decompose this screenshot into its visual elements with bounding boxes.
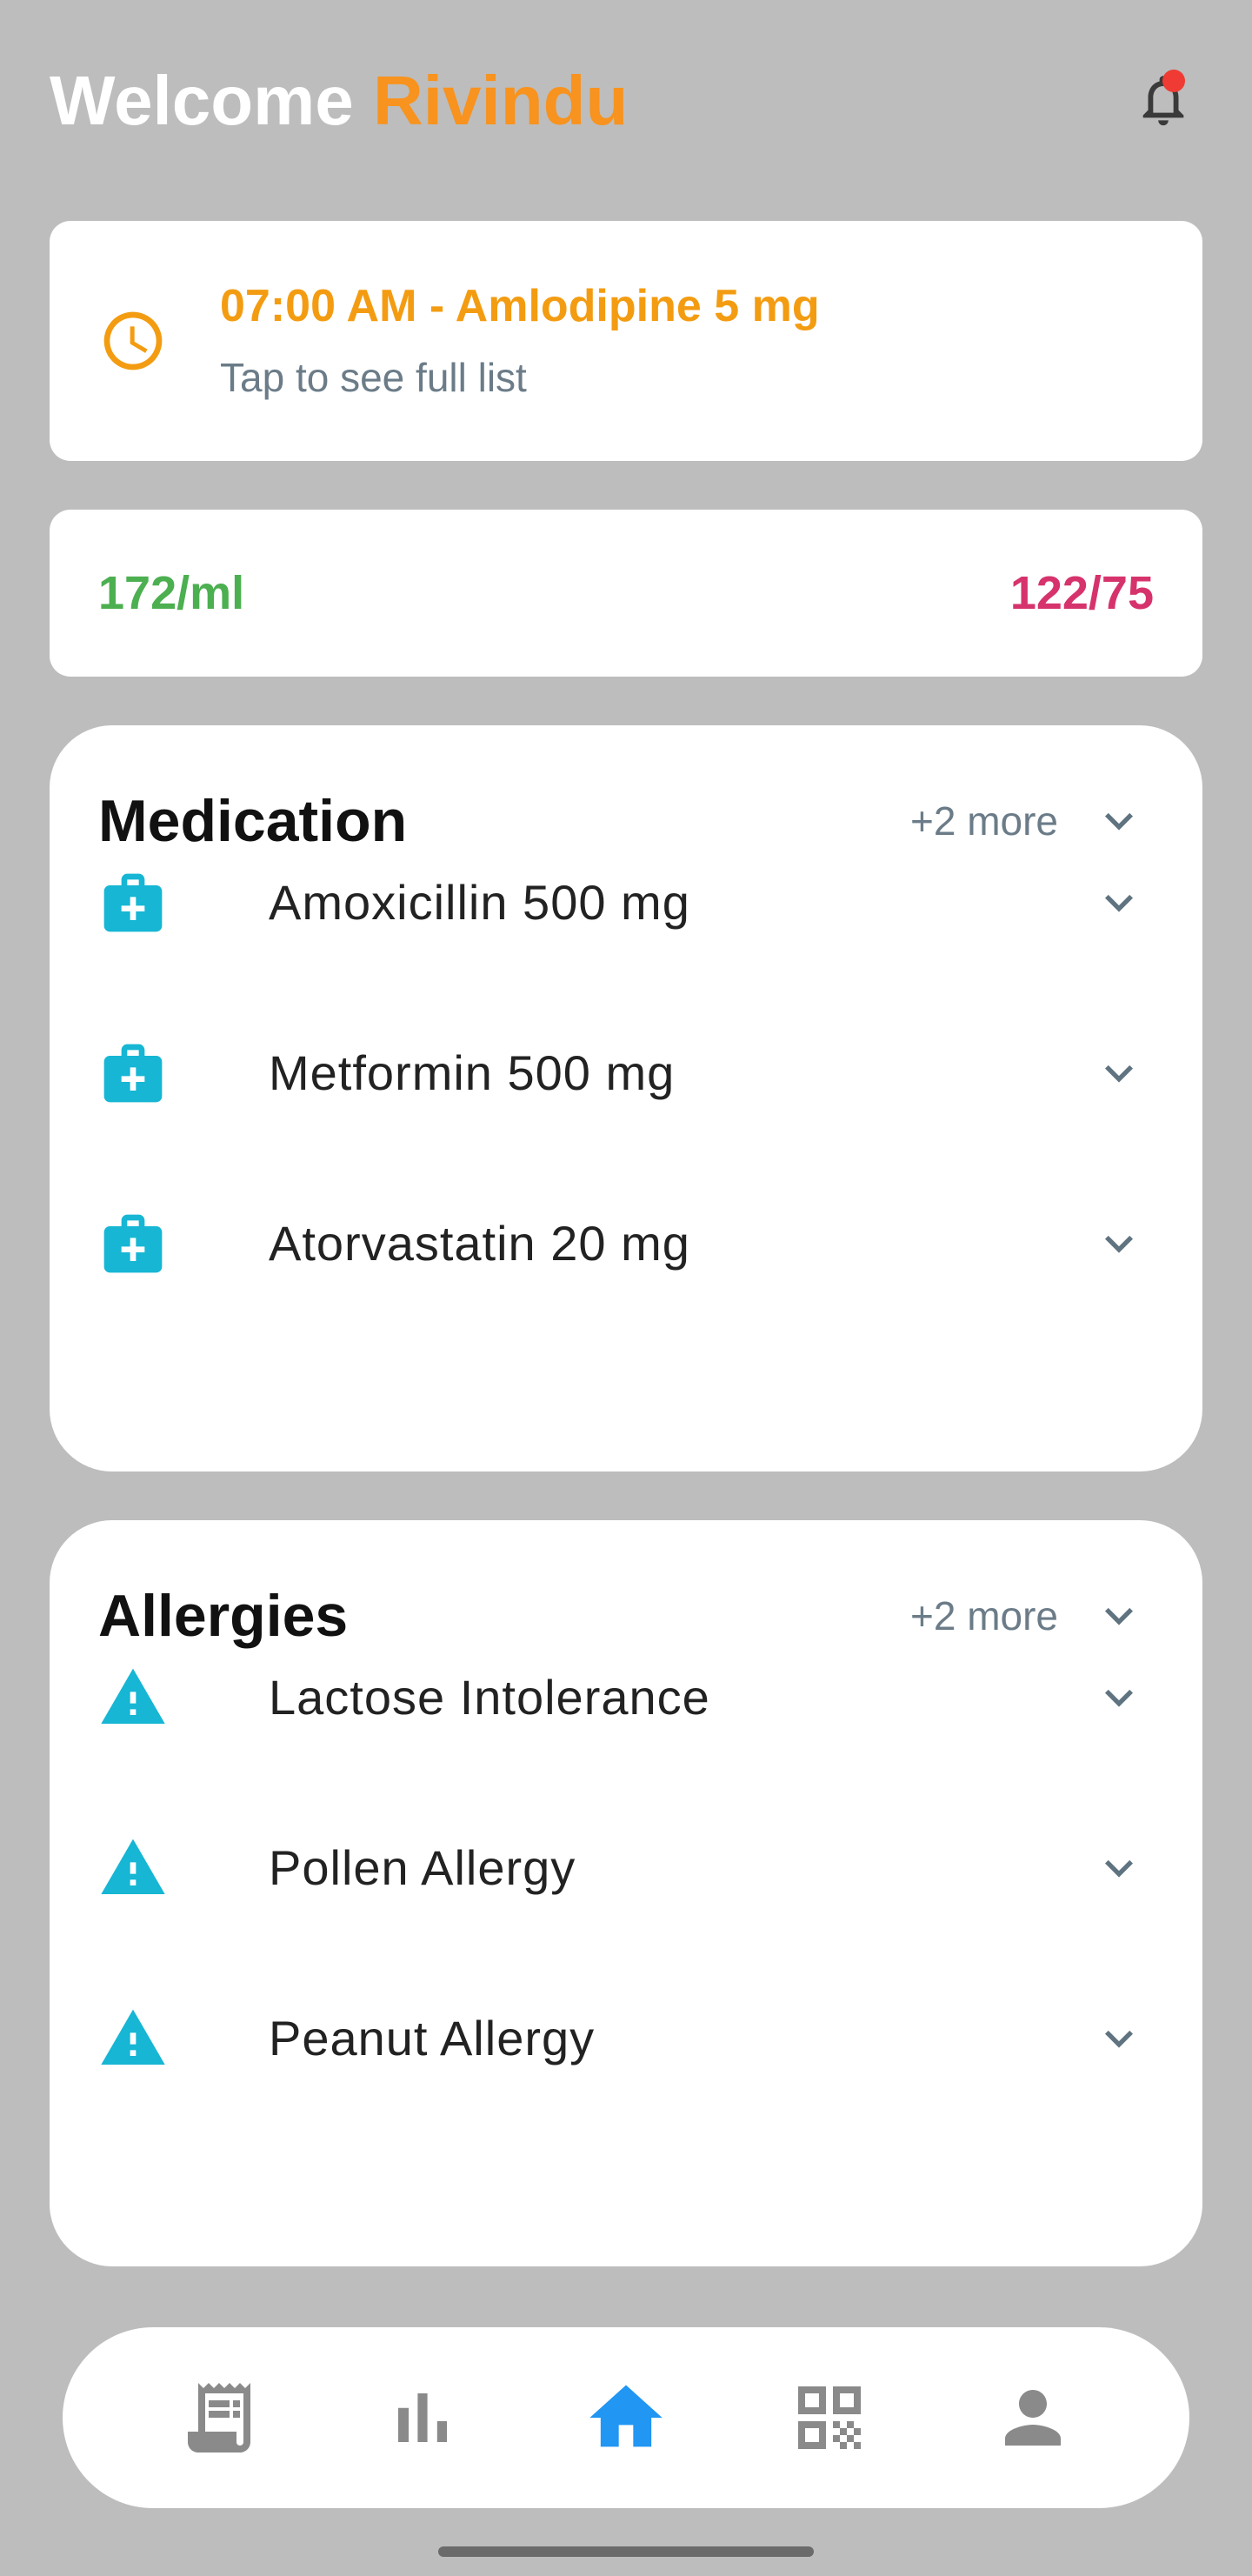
chevron-down-icon[interactable] [1084, 1833, 1154, 1903]
welcome-text: Welcome [50, 62, 354, 139]
medication-item[interactable]: Metformin 500 mg [98, 1021, 1154, 1125]
allergy-label: Pollen Allergy [269, 1840, 576, 1895]
nav-qr[interactable] [786, 2374, 873, 2461]
user-name: Rivindu [373, 62, 629, 139]
chevron-down-icon[interactable] [1084, 1038, 1154, 1108]
receipt-icon [188, 2383, 250, 2453]
chevron-down-icon[interactable] [1084, 1581, 1154, 1651]
home-icon [589, 2385, 663, 2447]
medication-label: Atorvastatin 20 mg [269, 1216, 690, 1271]
notification-button[interactable] [1124, 61, 1202, 139]
home-indicator[interactable] [438, 2546, 814, 2557]
allergies-more-label: +2 more [909, 1593, 1058, 1638]
allergy-item[interactable]: Lactose Intolerance [98, 1645, 1154, 1750]
allergies-section: Allergies +2 more Lactose Intolerance Po… [50, 1520, 1202, 2266]
chevron-down-icon[interactable] [1084, 1209, 1154, 1278]
allergy-item[interactable]: Pollen Allergy [98, 1816, 1154, 1920]
warning-icon [101, 1668, 165, 1724]
medical-kit-icon [103, 1044, 163, 1103]
medical-kit-icon [103, 1214, 163, 1273]
medication-title: Medication [98, 788, 408, 854]
welcome-heading: Welcome Rivindu [50, 59, 628, 143]
person-icon [1005, 2390, 1061, 2446]
chevron-down-icon[interactable] [1084, 2004, 1154, 2073]
nav-home[interactable] [583, 2374, 669, 2461]
allergies-title: Allergies [98, 1583, 349, 1649]
notification-dot [1162, 70, 1185, 92]
blood-pressure-value: 122/75 [1009, 567, 1154, 619]
chevron-down-icon[interactable] [1084, 1663, 1154, 1732]
allergy-label: Peanut Allergy [269, 2011, 596, 2065]
header: Welcome Rivindu [50, 52, 1202, 143]
medication-reminder-card[interactable]: 07:00 AM - Amlodipine 5 mg Tap to see fu… [50, 221, 1202, 461]
nav-receipts[interactable] [176, 2374, 263, 2461]
nav-stats[interactable] [379, 2374, 466, 2461]
chevron-down-icon[interactable] [1084, 868, 1154, 938]
qr-code-icon [798, 2386, 861, 2449]
vitals-card: 172/ml 122/75 [50, 510, 1202, 677]
medication-more-label: +2 more [909, 798, 1058, 844]
medication-item[interactable]: Amoxicillin 500 mg [98, 851, 1154, 955]
reminder-subtitle: Tap to see full list [220, 355, 527, 400]
bar-chart-icon [398, 2393, 447, 2442]
medication-label: Amoxicillin 500 mg [269, 875, 690, 930]
warning-icon [101, 1839, 165, 1894]
chevron-down-icon[interactable] [1084, 786, 1154, 856]
medical-kit-icon [103, 873, 163, 932]
clock-icon [103, 311, 163, 370]
medication-label: Metformin 500 mg [269, 1045, 676, 1100]
medication-section: Medication +2 more Amoxicillin 500 mg Me… [50, 725, 1202, 1472]
medication-item[interactable]: Atorvastatin 20 mg [98, 1191, 1154, 1296]
bottom-nav [63, 2327, 1189, 2508]
allergy-item[interactable]: Peanut Allergy [98, 1986, 1154, 2091]
blood-sugar-value: 172/ml [98, 567, 245, 619]
nav-profile[interactable] [989, 2374, 1076, 2461]
warning-icon [101, 2009, 165, 2065]
allergy-label: Lactose Intolerance [269, 1670, 710, 1725]
reminder-title: 07:00 AM - Amlodipine 5 mg [220, 281, 820, 331]
